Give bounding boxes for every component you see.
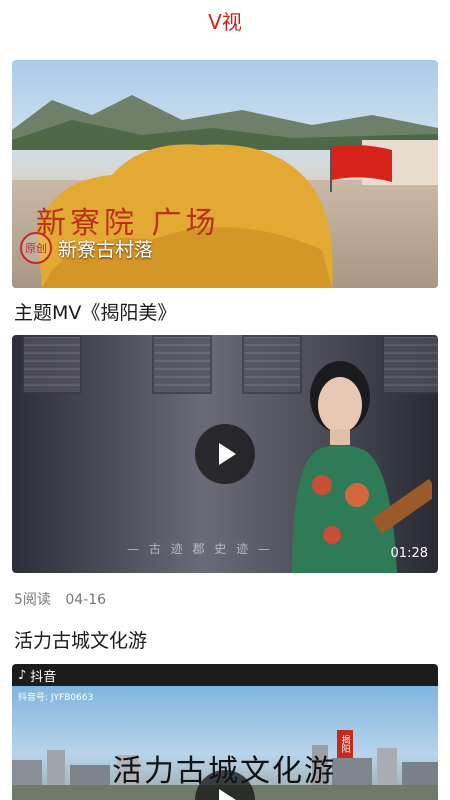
video-caption: 原创 新寮古村落 [20, 232, 153, 264]
video-card-ancient-city[interactable]: ♪ 抖音 抖音号: JYFB0663 活力古城文化游 揭阳 [12, 664, 438, 800]
video-duration: 01:28 [390, 546, 428, 561]
video-title[interactable]: 主题MV《揭阳美》 [14, 298, 176, 325]
video-card-mv[interactable]: — 古 迹 郡 史 迹 — 01:28 [12, 335, 438, 573]
platform-bar: ♪ 抖音 [12, 664, 438, 686]
publish-date: 04-16 [65, 592, 107, 608]
video-meta: 5阅读 04-16 [14, 589, 116, 609]
lattice-window [22, 335, 82, 394]
original-badge: 原创 [20, 232, 52, 264]
top-bar: V视 [0, 0, 450, 40]
singer-figure [292, 361, 432, 573]
read-count: 5阅读 [14, 592, 51, 608]
video-subtitle-overlay: — 古 迹 郡 史 迹 — [127, 542, 273, 556]
video-card-xinliao[interactable]: 新寮院 广场 原创 新寮古村落 [12, 60, 438, 288]
page-title: V视 [208, 9, 242, 34]
douyin-id: 抖音号: JYFB0663 [18, 693, 94, 703]
lattice-window [152, 335, 212, 394]
platform-name: 抖音 [30, 669, 57, 685]
caption-text: 新寮古村落 [58, 238, 154, 261]
play-icon[interactable] [195, 424, 255, 484]
seal-stamp: 揭阳 [337, 730, 353, 758]
tiktok-icon: ♪ [18, 667, 27, 683]
video-title[interactable]: 活力古城文化游 [14, 626, 147, 653]
